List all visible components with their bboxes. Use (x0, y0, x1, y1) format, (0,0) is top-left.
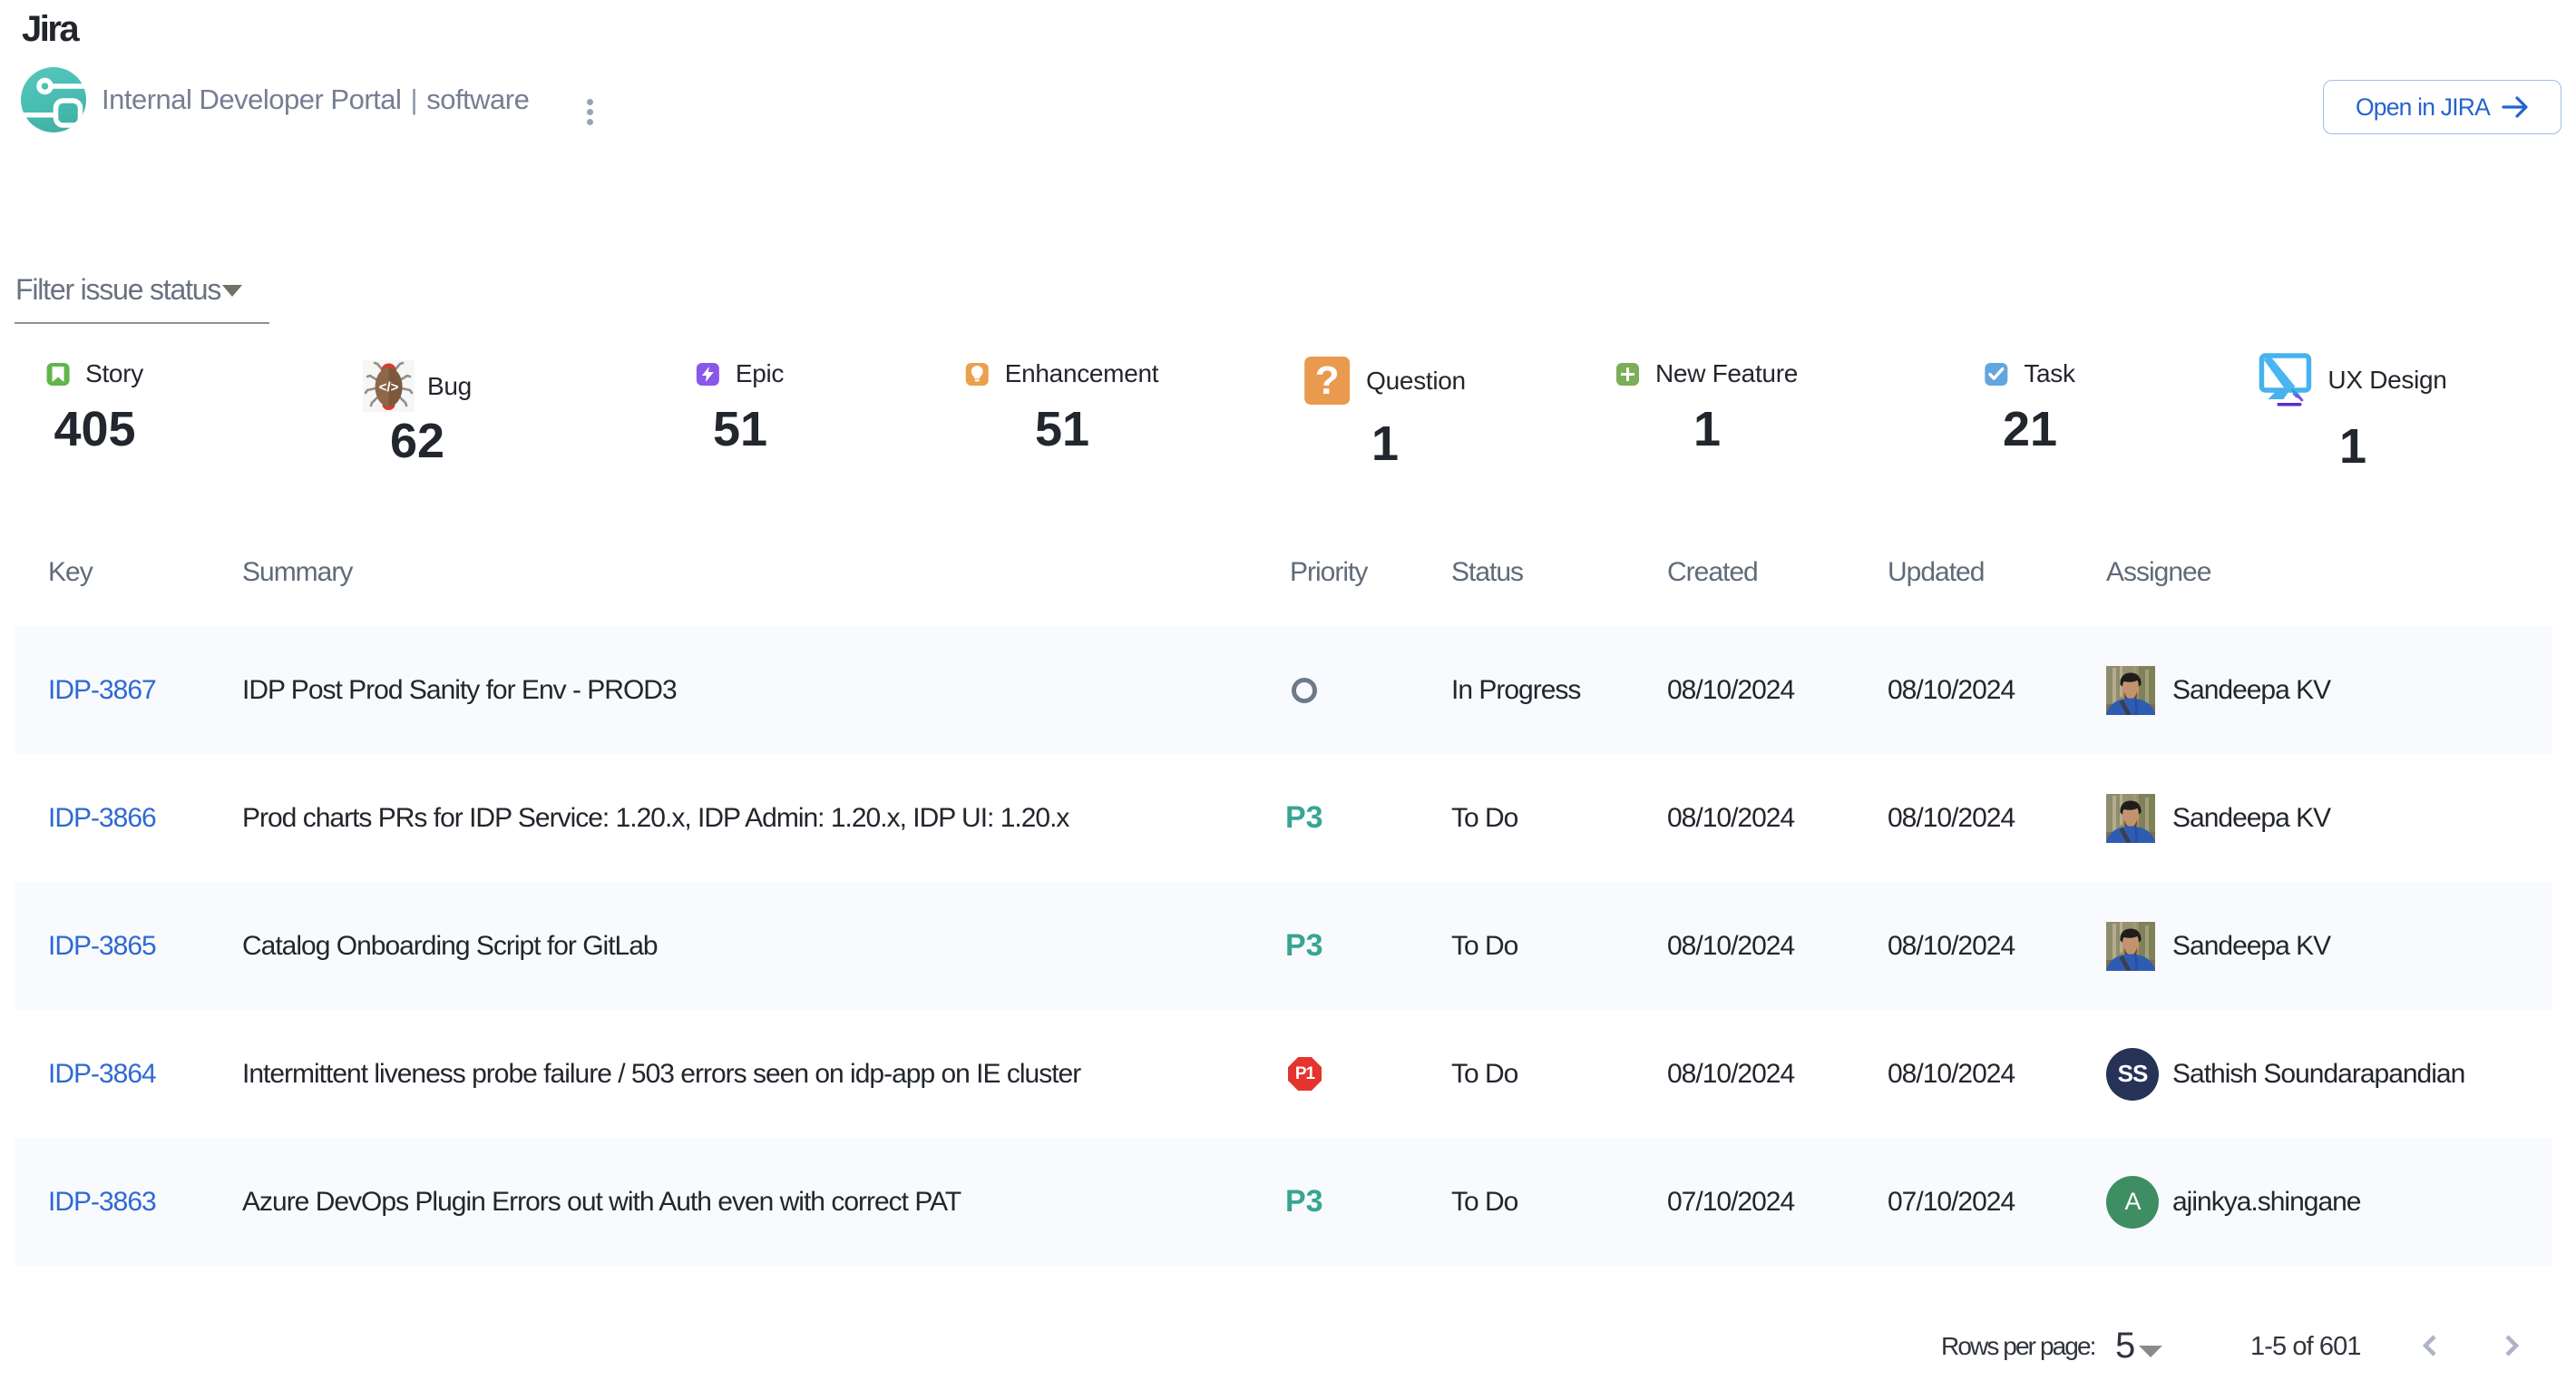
svg-text:</>: </> (379, 380, 399, 396)
